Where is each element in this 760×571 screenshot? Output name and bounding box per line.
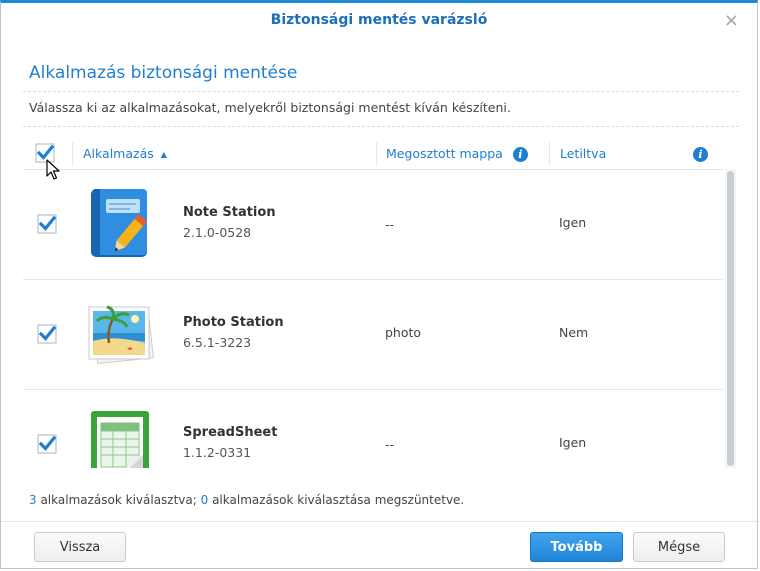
close-icon[interactable]: × — [724, 10, 739, 31]
deselected-text: alkalmazások kiválasztása megszüntetve. — [208, 493, 465, 507]
shared-folder-value: photo — [385, 325, 422, 340]
selected-text: alkalmazások kiválasztva; — [36, 493, 201, 507]
app-version: 1.1.2-0331 — [183, 445, 252, 460]
cancel-button[interactable]: Mégse — [633, 532, 725, 562]
column-separator — [549, 142, 550, 166]
note-station-icon — [91, 189, 147, 257]
table-row[interactable]: Note Station 2.1.0-0528 -- Igen — [23, 169, 723, 280]
shared-folder-value: -- — [385, 217, 395, 232]
column-header-app-label: Alkalmazás — [83, 146, 154, 161]
column-separator — [72, 142, 73, 166]
title-bar: Biztonsági mentés varázsló × — [1, 3, 757, 41]
column-header-disabled[interactable]: Letiltva — [560, 138, 606, 169]
info-icon[interactable]: i — [512, 147, 528, 162]
info-icon[interactable]: i — [693, 147, 708, 162]
grid-header: Alkalmazás ▲ Megosztott mappa i Letiltva… — [23, 138, 723, 170]
shared-folder-value: -- — [385, 437, 395, 452]
row-checkbox[interactable] — [37, 214, 57, 234]
backup-wizard-window: Biztonsági mentés varázsló × Alkalmazás … — [0, 0, 758, 569]
divider — [23, 91, 739, 92]
vertical-scrollbar[interactable] — [725, 169, 736, 468]
row-checkbox[interactable] — [37, 434, 57, 454]
selection-status: 3 alkalmazások kiválasztva; 0 alkalmazás… — [29, 493, 464, 507]
photo-station-icon — [88, 305, 154, 365]
table-row[interactable]: SpreadSheet 1.1.2-0331 -- Igen — [23, 389, 723, 468]
window-title: Biztonsági mentés varázsló — [270, 12, 488, 28]
divider — [23, 126, 739, 127]
column-header-disabled-info: i — [687, 138, 708, 169]
page-subtitle: Alkalmazás biztonsági mentése — [29, 63, 298, 83]
table-row[interactable]: Photo Station 6.5.1-3223 photo Nem — [23, 279, 723, 390]
column-header-shared-folder[interactable]: Megosztott mappa i — [386, 138, 528, 169]
sort-ascending-icon: ▲ — [160, 150, 167, 159]
disabled-value: Igen — [559, 435, 587, 450]
back-button[interactable]: Vissza — [34, 532, 126, 562]
disabled-value: Igen — [559, 215, 587, 230]
description-text: Válassza ki az alkalmazásokat, melyekről… — [29, 100, 511, 115]
scrollbar-thumb[interactable] — [727, 171, 734, 466]
footer-divider — [1, 521, 757, 522]
disabled-value: Nem — [559, 325, 589, 340]
spreadsheet-icon — [91, 411, 149, 468]
column-separator — [376, 142, 377, 166]
next-button[interactable]: Tovább — [530, 532, 623, 562]
mouse-cursor-icon — [46, 159, 60, 180]
column-header-app[interactable]: Alkalmazás ▲ — [83, 138, 167, 169]
column-header-shared-folder-label: Megosztott mappa — [386, 146, 503, 161]
app-name: Photo Station — [183, 315, 284, 330]
app-grid: Alkalmazás ▲ Megosztott mappa i Letiltva… — [23, 138, 738, 468]
app-version: 2.1.0-0528 — [183, 225, 252, 240]
app-name: SpreadSheet — [183, 425, 278, 440]
app-version: 6.5.1-3223 — [183, 335, 252, 350]
app-name: Note Station — [183, 205, 276, 220]
row-checkbox[interactable] — [37, 324, 57, 344]
selected-count: 3 — [29, 493, 37, 507]
column-header-disabled-label: Letiltva — [560, 146, 607, 161]
